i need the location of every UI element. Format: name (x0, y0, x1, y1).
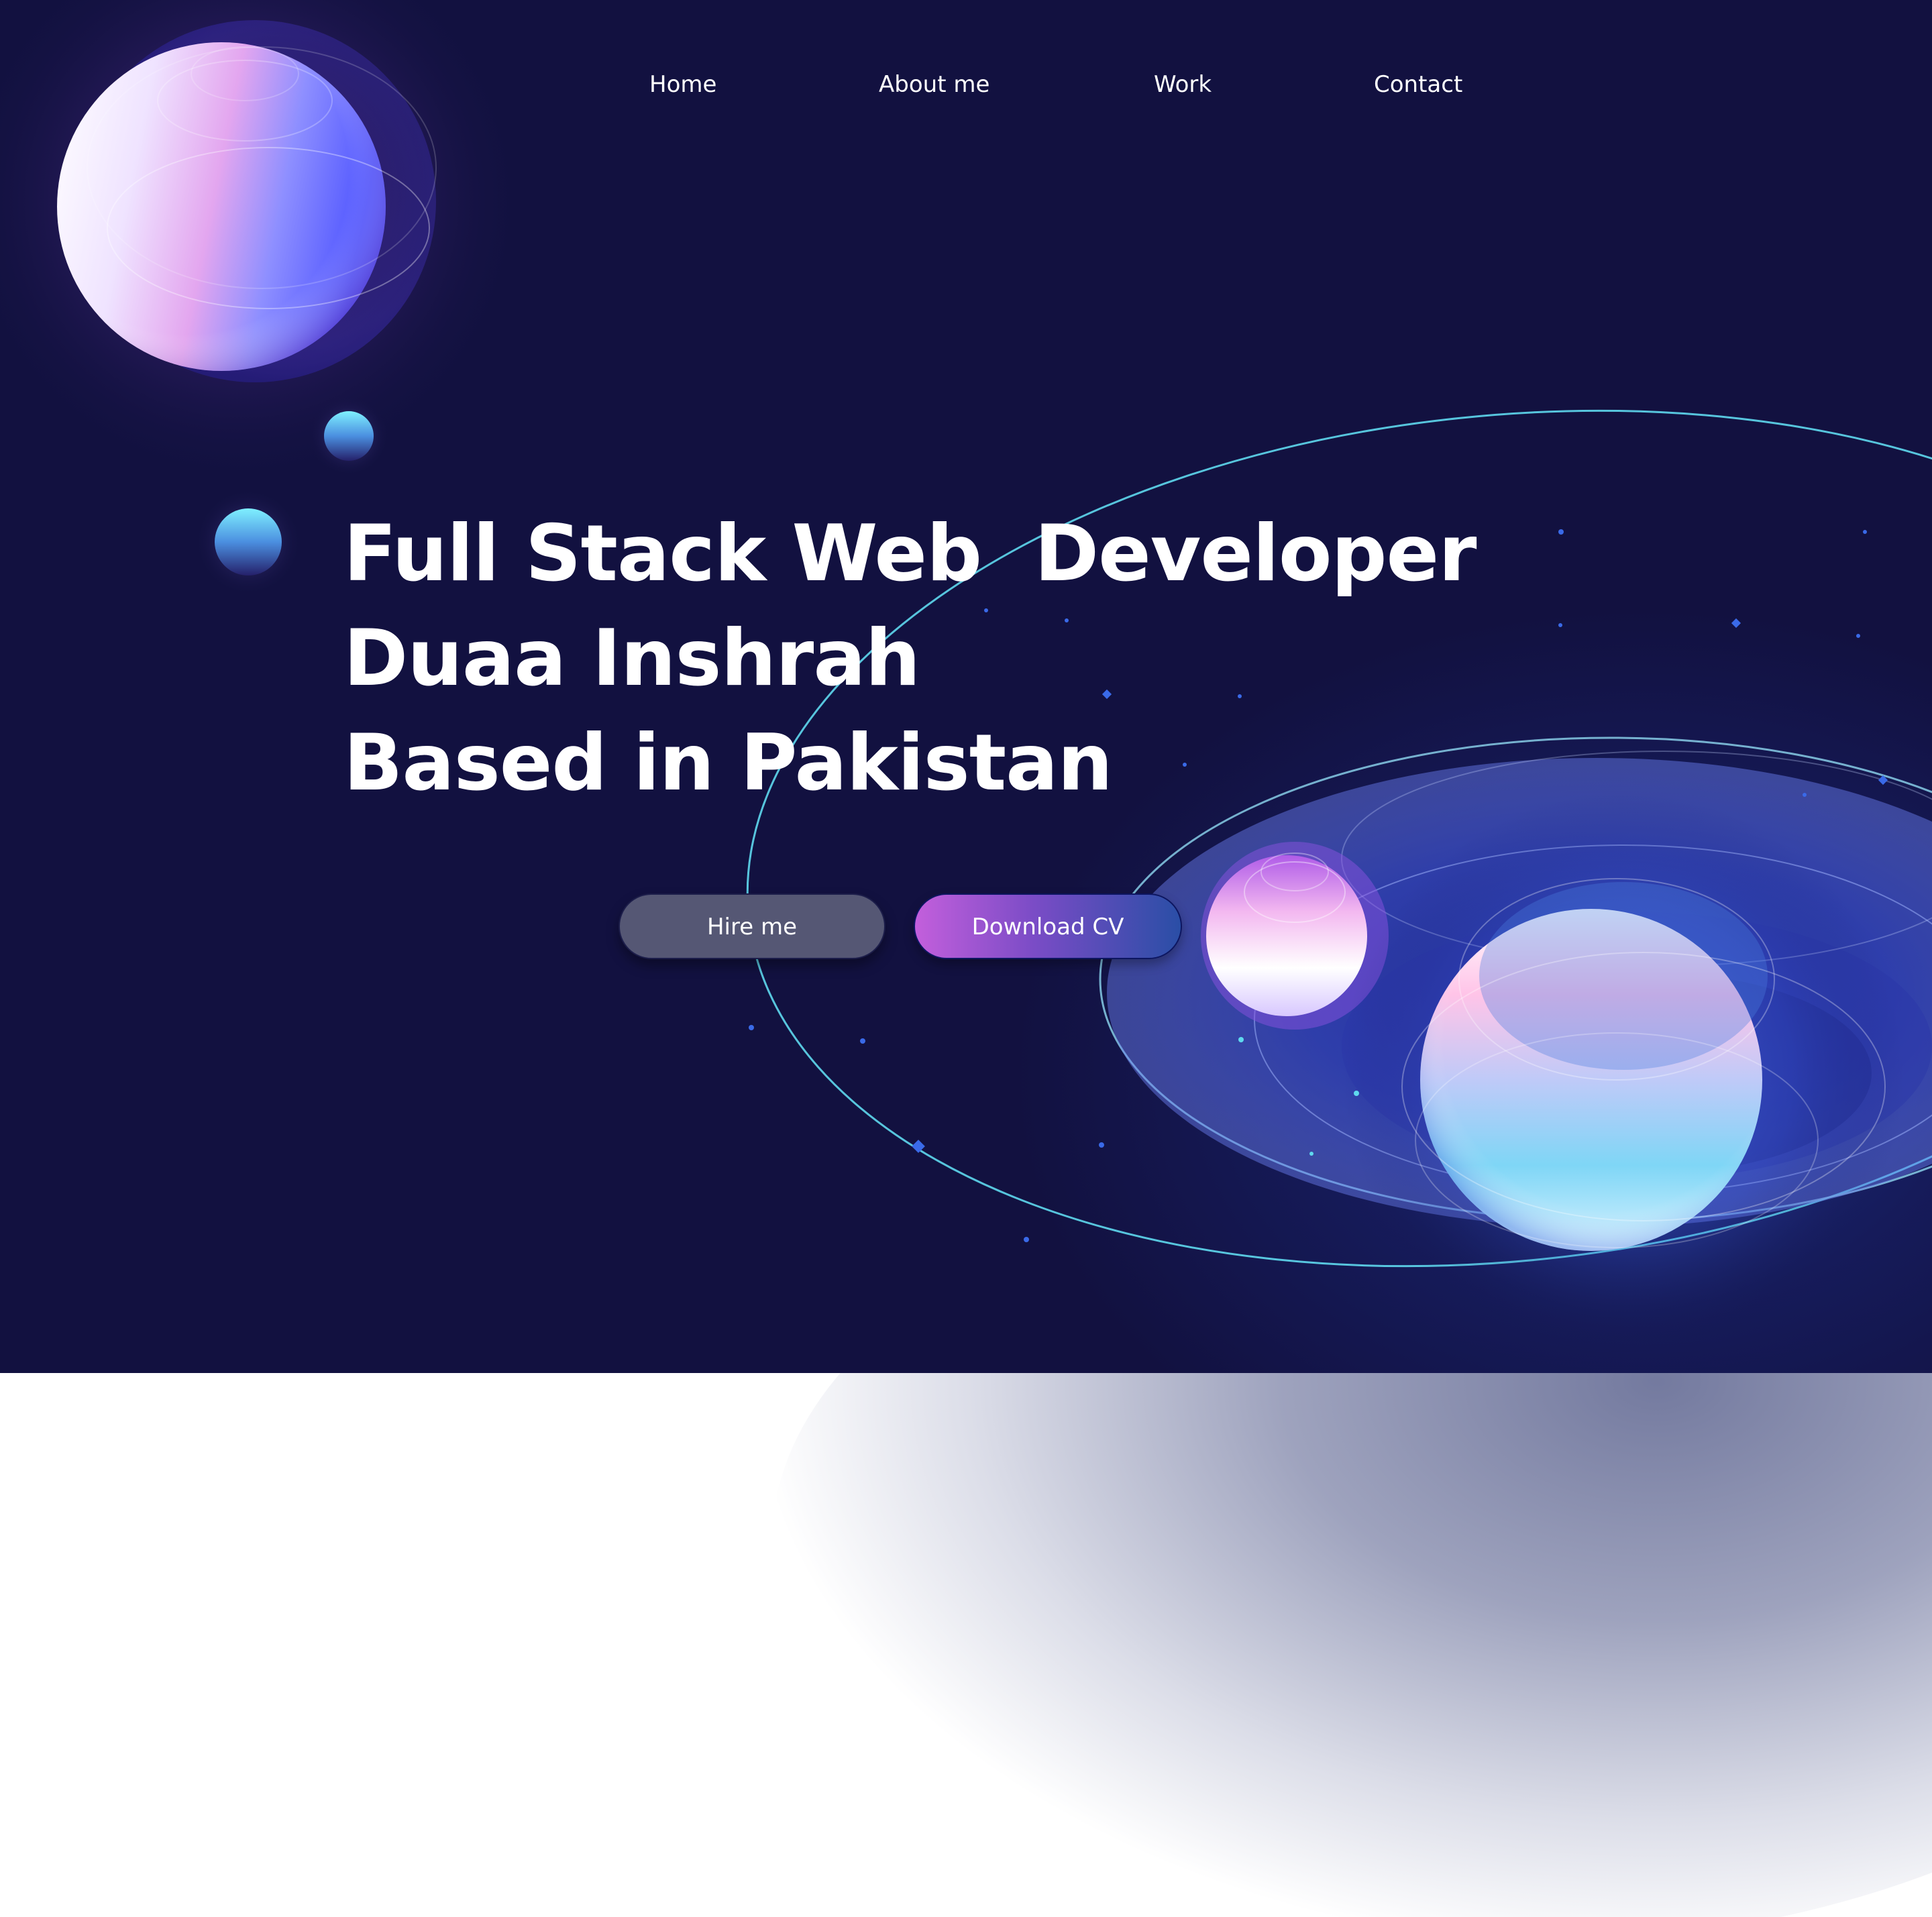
nav-home[interactable]: Home (649, 67, 716, 102)
hire-me-button[interactable]: Hire me (619, 893, 885, 959)
portfolio-page: Home About me Work Contact Full Stack We… (0, 0, 1932, 1917)
headline-name: Duaa Inshrah (343, 613, 920, 704)
nav-contact[interactable]: Contact (1374, 67, 1462, 102)
below-hero-area (0, 1373, 1932, 1917)
hero-section: Home About me Work Contact Full Stack We… (0, 0, 1932, 1373)
headline-role: Full Stack Web Developer (343, 508, 1477, 599)
download-cv-button[interactable]: Download CV (914, 893, 1182, 959)
small-ball-2 (215, 508, 282, 576)
nav-work[interactable]: Work (1154, 67, 1212, 102)
nav-about-me[interactable]: About me (879, 67, 989, 102)
headline-location: Based in Pakistan (343, 718, 1113, 808)
small-ball-1 (324, 411, 374, 461)
main-nav: Home About me Work Contact (0, 67, 1932, 107)
hero-headline: Full Stack Web Developer Duaa Inshrah Ba… (343, 502, 1477, 816)
mid-planet (1206, 855, 1367, 1016)
